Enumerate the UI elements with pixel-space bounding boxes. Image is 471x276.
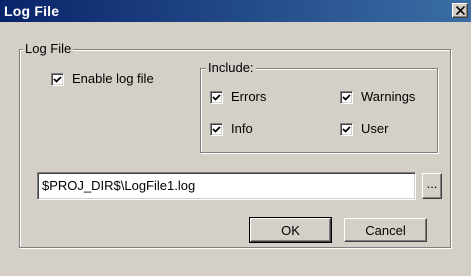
- log-file-group-label: Log File: [23, 41, 74, 57]
- browse-button[interactable]: ...: [422, 173, 442, 199]
- include-groupbox: [200, 68, 438, 153]
- ok-button-label: OK: [281, 222, 300, 238]
- log-file-path-input[interactable]: $PROJ_DIR$\LogFile1.log: [37, 172, 416, 200]
- enable-log-file-checkbox[interactable]: Enable log file: [51, 70, 154, 88]
- enable-log-file-check: [51, 72, 64, 86]
- errors-label: Errors: [231, 89, 267, 104]
- warnings-check: [340, 90, 353, 104]
- user-check: [340, 122, 353, 136]
- log-file-dialog: Log File Log File Enable log file Includ…: [0, 0, 471, 276]
- enable-log-file-label: Enable log file: [72, 71, 154, 86]
- info-checkbox[interactable]: Info: [210, 120, 253, 138]
- errors-check: [210, 90, 223, 104]
- ok-button[interactable]: OK: [249, 217, 332, 243]
- include-group-label: Include:: [206, 60, 256, 76]
- close-button[interactable]: [452, 3, 468, 18]
- warnings-label: Warnings: [361, 89, 416, 104]
- info-check: [210, 122, 223, 136]
- cancel-button[interactable]: Cancel: [344, 218, 427, 242]
- info-label: Info: [231, 121, 253, 136]
- window-title: Log File: [4, 3, 60, 19]
- errors-checkbox[interactable]: Errors: [210, 88, 266, 106]
- title-bar: Log File: [0, 0, 471, 22]
- warnings-checkbox[interactable]: Warnings: [340, 88, 415, 106]
- browse-button-label: ...: [426, 175, 438, 191]
- cancel-button-label: Cancel: [365, 222, 406, 238]
- user-checkbox[interactable]: User: [340, 120, 388, 138]
- user-label: User: [361, 121, 389, 136]
